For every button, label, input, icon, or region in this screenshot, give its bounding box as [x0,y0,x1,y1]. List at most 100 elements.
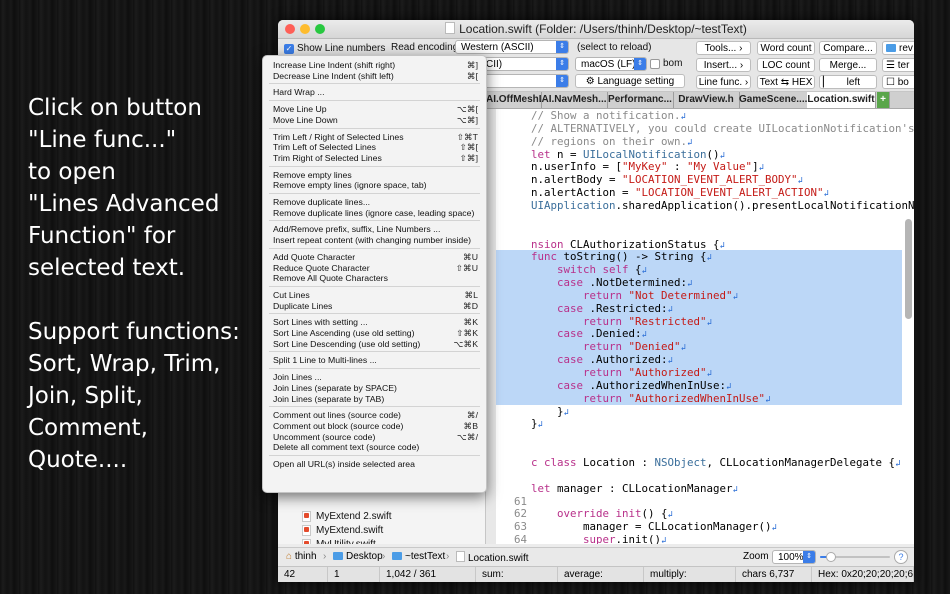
tools-button[interactable]: Tools... › [696,41,751,55]
merge-button[interactable]: Merge... [819,58,877,72]
tab-drawview-h[interactable]: DrawView.h [673,92,740,108]
menu-item-cut-lines[interactable]: Cut Lines ⌘L [273,290,478,301]
status-bar: 42 1 1,042 / 361 sum: average: multiply: chars… [278,566,914,582]
menu-item-comment-out-lines-source-code[interactable]: Comment out lines (source code) ⌘/ [273,410,478,421]
menu-item-shortcut: ⌘L [464,289,478,300]
menu-item-shortcut: ⇧⌘K [456,328,478,338]
word-count-button[interactable]: Word count [757,41,815,55]
align-left-button[interactable]: ▏ left [819,75,877,89]
tab-performanc-[interactable]: Performanc... [607,92,674,108]
line-ending-select[interactable]: macOS (LF) ⇕ [575,57,647,71]
add-tab-button[interactable]: + [877,92,890,108]
read-encoding-select[interactable]: Western (ASCII) ⇕ [455,40,569,54]
menu-item-label: Add/Remove prefix, suffix, Line Numbers … [273,224,441,235]
promo-line: Support functions: [28,319,240,345]
tab-ai-offmeshl-[interactable]: AI.OffMeshL... [486,92,542,108]
chevron-right-icon: › [739,43,743,54]
menu-item-decrease-line-indent-shift-left[interactable]: Decrease Line Indent (shift left) ⌘[ [273,71,478,82]
show-line-numbers-checkbox[interactable]: ✓ [284,44,294,54]
menu-item-duplicate-lines[interactable]: Duplicate Lines ⌘D [273,301,478,312]
code-token: // Show a notification. [531,109,681,122]
menu-item-sort-lines-with-setting[interactable]: Sort Lines with setting ... ⌘K [273,317,478,328]
swift-file-icon [302,511,311,522]
menu-item-shortcut: ⌘D [463,300,478,311]
bo-button[interactable]: ☐ bo [882,75,914,89]
menu-item-reduce-quote-character[interactable]: Reduce Quote Character ⇧⌘U [273,263,478,274]
align-left-label: left [846,77,861,88]
return-mark-icon: ↲ [706,317,712,328]
language-setting-button[interactable]: ⚙ Language setting [575,74,685,88]
path-file[interactable]: Location.swift [456,551,529,564]
menu-item-shortcut: ⇧⌘T [456,131,478,142]
loc-count-button[interactable]: LOC count [757,58,815,72]
menu-item-comment-out-block-source-code[interactable]: Comment out block (source code) ⌘B [273,421,478,432]
menu-item-label: Remove duplicate lines (ignore case, lea… [273,207,475,218]
line-function-menu: Increase Line Indent (shift right) ⌘] Decr… [262,55,487,493]
menu-item-increase-line-indent-shift-right[interactable]: Increase Line Indent (shift right) ⌘] [273,60,478,71]
tab-ai-navmesh-[interactable]: AI.NavMesh... [541,92,608,108]
menu-item-move-line-down[interactable]: Move Line Down ⌥⌘] [273,115,478,126]
code-editor[interactable]: // Show a notification.↲// ALTERNATIVELY… [486,109,914,544]
code-token: return [583,391,623,405]
menu-item-delete-all-comment-text-source-code[interactable]: Delete all comment text (source code) [273,442,478,453]
menu-item-join-lines-separate-by-space[interactable]: Join Lines (separate by SPACE) [273,383,478,394]
menu-item-sort-line-descending-use-old-setting[interactable]: Sort Line Descending (use old setting) ⌥⌘… [273,339,478,350]
menu-item-trim-left-right-of-selected-lines[interactable]: Trim Left / Right of Selected Lines ⇧⌘T [273,132,478,143]
chevron-updown-icon: ⇕ [556,41,568,53]
menu-item-label: Move Line Down [273,114,338,125]
rev-button[interactable]: rev [882,41,914,55]
code-token: : [667,160,688,174]
menu-item-split-1-line-to-multi-lines[interactable]: Split 1 Line to Multi-lines ... [273,355,478,366]
menu-item-hard-wrap[interactable]: Hard Wrap ... [273,87,478,98]
menu-item-trim-left-of-selected-lines[interactable]: Trim Left of Selected Lines ⇧⌘[ [273,142,478,153]
text-hex-button[interactable]: Text ⇆ HEX [757,75,815,89]
insert-button[interactable]: Insert... › [696,58,751,72]
compare-button[interactable]: Compare... [819,41,877,55]
menu-item-remove-empty-lines[interactable]: Remove empty lines [273,170,478,181]
menu-item-add-quote-character[interactable]: Add Quote Character ⌘U [273,252,478,263]
menu-item-move-line-up[interactable]: Move Line Up ⌥⌘[ [273,104,478,115]
code-token: "LOCATION_EVENT_ALERT_ACTION" [635,186,824,200]
return-mark-icon: ↲ [771,523,777,534]
menu-item-remove-all-quote-characters[interactable]: Remove All Quote Characters [273,273,478,284]
menu-item-join-lines[interactable]: Join Lines ... [273,372,478,383]
path-folder[interactable]: ~testText [392,551,445,562]
menu-item-remove-duplicate-lines[interactable]: Remove duplicate lines... [273,197,478,208]
menu-item-open-all-url-s-inside-selected-area[interactable]: Open all URL(s) inside selected area [273,459,478,470]
tab-gamescene-[interactable]: GameScene.... [739,92,808,108]
menu-item-trim-right-of-selected-lines[interactable]: Trim Right of Selected Lines ⇧⌘] [273,153,478,164]
tab-location-swift[interactable]: Location.swift [807,92,876,108]
menu-item-sort-line-ascending-use-old-setting[interactable]: Sort Line Ascending (use old setting) ⇧⌘K [273,328,478,339]
menu-item-remove-empty-lines-ignore-space-tab[interactable]: Remove empty lines (ignore space, tab) [273,180,478,191]
sidebar-file-item[interactable]: MyUtility.swift [278,538,485,544]
menu-item-uncomment-source-code[interactable]: Uncomment (source code) ⌥⌘/ [273,432,478,443]
editor-scrollbar[interactable] [905,219,912,319]
path-folder-label: ~testText [405,551,446,562]
help-button[interactable]: ? [894,550,908,564]
return-mark-icon: ↲ [706,253,712,264]
menu-item-add-remove-prefix-suffix-line-numbers[interactable]: Add/Remove prefix, suffix, Line Numbers … [273,224,478,235]
code-token: case [557,276,584,290]
zoom-slider[interactable] [820,552,890,562]
bom-checkbox[interactable] [650,59,660,69]
line-func-button[interactable]: Line func. › [696,75,751,89]
menu-item-join-lines-separate-by-tab[interactable]: Join Lines (separate by TAB) [273,394,478,405]
menu-item-insert-repeat-content-with-changing-number-inside[interactable]: Insert repeat content (with changing num… [273,235,478,246]
code-token: toString() -> String { [557,250,707,264]
sidebar-file-item[interactable]: MyExtend 2.swift [278,510,485,523]
code-line: n.alertBody = "LOCATION_EVENT_ALERT_BODY… [496,173,902,186]
sidebar-file-item[interactable]: MyExtend.swift [278,524,485,537]
gear-icon: ⚙ [585,76,598,87]
path-desktop[interactable]: Desktop [333,551,383,562]
zoom-select[interactable]: 100% ⇕ [772,550,816,564]
return-mark-icon: ↲ [680,112,686,122]
insert-label: Insert... [703,60,738,71]
zoom-slider-knob[interactable] [825,552,836,562]
read-encoding-value: Western (ASCII) [461,42,534,53]
path-user[interactable]: ⌂ thinh [286,551,317,562]
terminal-button[interactable]: ☰ ter [882,58,914,72]
menu-item-remove-duplicate-lines-ignore-case-leading-space[interactable]: Remove duplicate lines (ignore case, lea… [273,208,478,219]
path-separator: › [446,551,450,562]
box-icon: ☐ [886,77,898,88]
